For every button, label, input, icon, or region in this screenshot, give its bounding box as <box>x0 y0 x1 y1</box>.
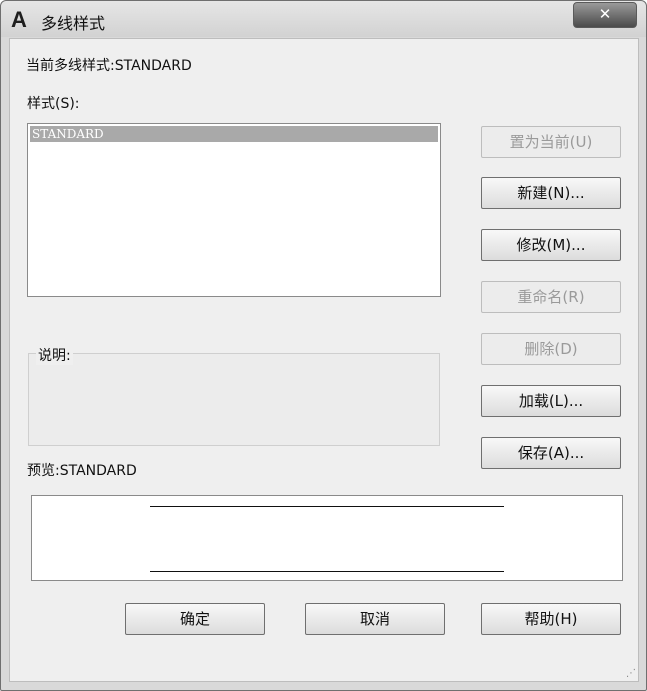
save-button[interactable]: 保存(A)... <box>481 437 621 469</box>
preview-pane <box>31 495 623 581</box>
set-current-button[interactable]: 置为当前(U) <box>481 126 621 158</box>
delete-button[interactable]: 删除(D) <box>481 333 621 365</box>
dialog-body: 当前多线样式:STANDARD 样式(S): STANDARD 说明: 预览:S… <box>9 38 639 682</box>
close-icon: ✕ <box>598 5 612 23</box>
styles-listbox[interactable]: STANDARD <box>27 123 441 297</box>
rename-button[interactable]: 重命名(R) <box>481 281 621 313</box>
description-groupbox <box>28 353 440 446</box>
autocad-logo-icon: A <box>11 7 27 32</box>
multiline-style-dialog: A 多线样式 ✕ 当前多线样式:STANDARD 样式(S): STANDARD… <box>0 0 647 691</box>
preview-label: 预览:STANDARD <box>27 463 137 479</box>
load-button[interactable]: 加载(L)... <box>481 385 621 417</box>
modify-button[interactable]: 修改(M)... <box>481 229 621 261</box>
help-button[interactable]: 帮助(H) <box>481 603 621 635</box>
new-button[interactable]: 新建(N)... <box>481 177 621 209</box>
multiline-preview-top-line <box>150 506 504 507</box>
multiline-preview-bottom-line <box>150 571 504 572</box>
styles-label: 样式(S): <box>27 96 80 112</box>
resize-grip-icon[interactable]: ⋰ <box>626 668 636 679</box>
ok-button[interactable]: 确定 <box>125 603 265 635</box>
window-title: 多线样式 <box>41 14 106 33</box>
description-label: 说明: <box>36 345 73 365</box>
close-button[interactable]: ✕ <box>573 2 637 28</box>
cancel-button[interactable]: 取消 <box>305 603 445 635</box>
list-item[interactable]: STANDARD <box>30 126 438 142</box>
title-bar[interactable]: A 多线样式 ✕ <box>1 1 646 37</box>
current-style-label: 当前多线样式:STANDARD <box>26 58 192 74</box>
